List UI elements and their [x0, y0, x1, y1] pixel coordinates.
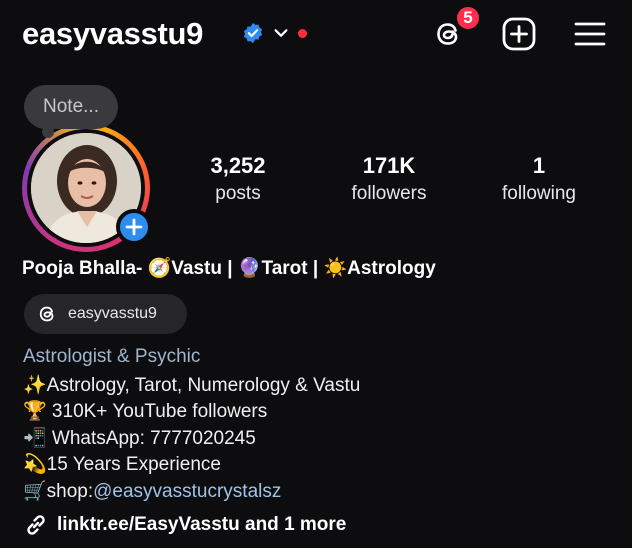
add-story-button[interactable]	[116, 209, 152, 245]
threads-icon	[39, 306, 54, 322]
posts-stat[interactable]: 3,252 posts	[168, 153, 308, 205]
unread-dot	[298, 29, 307, 38]
note-bubble[interactable]: Note...	[24, 85, 118, 129]
threads-handle: easyvasstu9	[68, 305, 157, 322]
followers-count: 171K	[362, 153, 416, 178]
posts-count: 3,252	[210, 153, 266, 178]
plus-square-icon	[502, 17, 536, 51]
link-icon	[27, 515, 45, 535]
bio-shop-line: 🛒shop:@easyvasstucrystalsz	[23, 479, 281, 503]
following-stat[interactable]: 1 following	[469, 153, 609, 205]
notification-badge: 5	[455, 5, 481, 31]
shop-prefix: 🛒shop:	[23, 481, 94, 502]
menu-button[interactable]	[570, 14, 610, 54]
plus-icon	[125, 218, 143, 236]
profile-header: easyvasstu9 5	[0, 0, 632, 72]
note-bubble-tail	[42, 126, 54, 138]
bio-line: 💫15 Years Experience	[23, 454, 221, 475]
following-count: 1	[532, 153, 546, 178]
posts-label: posts	[215, 183, 261, 204]
external-links[interactable]: linktr.ee/EasyVasstu and 1 more	[23, 512, 346, 538]
verified-badge-icon	[243, 22, 263, 44]
followers-stat[interactable]: 171K followers	[319, 153, 459, 205]
following-label: following	[502, 183, 576, 204]
shop-handle-link[interactable]: @easyvasstucrystalsz	[93, 481, 281, 502]
username-title[interactable]: easyvasstu9	[22, 16, 203, 52]
create-button[interactable]	[499, 14, 539, 54]
links-text: linktr.ee/EasyVasstu and 1 more	[57, 514, 347, 535]
followers-label: followers	[351, 183, 427, 204]
profile-full-name: Pooja Bhalla- 🧭Vastu | 🔮Tarot | ☀️Astrol…	[22, 258, 436, 279]
bio-line: 📲 WhatsApp: 7777020245	[23, 428, 256, 449]
bio-line: 🏆 310K+ YouTube followers	[23, 401, 268, 422]
bio-line: ✨Astrology, Tarot, Numerology & Vastu	[23, 375, 361, 396]
profile-category: Astrologist & Psychic	[23, 346, 201, 367]
chevron-down-icon[interactable]	[272, 24, 290, 42]
threads-profile-chip[interactable]: easyvasstu9	[24, 294, 187, 334]
hamburger-menu-icon	[574, 22, 606, 46]
